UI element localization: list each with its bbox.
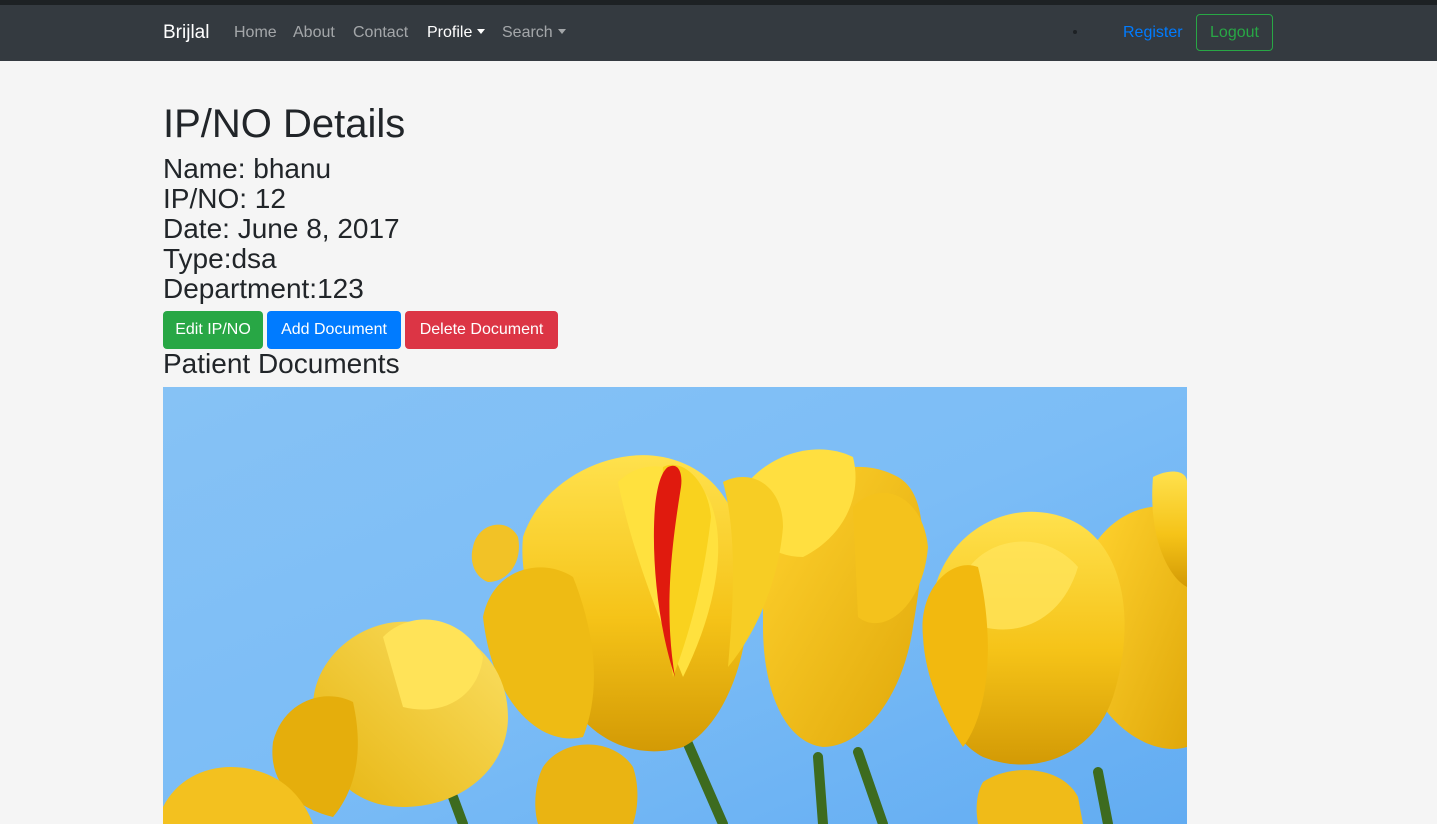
tulip-photo [163, 387, 1187, 824]
detail-department: Department:123 [163, 273, 364, 304]
logout-button[interactable]: Logout [1196, 14, 1273, 51]
delete-document-button[interactable]: Delete Document [405, 311, 558, 349]
register-link[interactable]: Register [1123, 23, 1183, 43]
page-title: IP/NO Details [163, 102, 406, 146]
caret-down-icon [477, 29, 486, 34]
nav-link-contact[interactable]: Contact [353, 23, 408, 43]
nav-link-home[interactable]: Home [234, 23, 277, 43]
patient-document-image [163, 387, 1187, 824]
add-document-button[interactable]: Add Document [267, 311, 401, 349]
navbar-dot [1073, 30, 1077, 34]
nav-dropdown-profile[interactable]: Profile [427, 23, 486, 43]
nav-dropdown-search[interactable]: Search [502, 23, 566, 43]
ipno-details: Name: bhanu IP/NO: 12 Date: June 8, 2017… [163, 154, 400, 304]
caret-down-icon [557, 29, 566, 34]
navbar: Brijlal Home About Contact Profile Searc… [0, 5, 1437, 61]
edit-ipno-button[interactable]: Edit IP/NO [163, 311, 263, 349]
nav-dropdown-profile-label: Profile [427, 24, 473, 41]
nav-link-about[interactable]: About [293, 23, 335, 43]
detail-ipno: IP/NO: 12 [163, 183, 286, 214]
detail-name: Name: bhanu [163, 153, 332, 184]
detail-date: Date: June 8, 2017 [163, 213, 400, 244]
nav-dropdown-search-label: Search [502, 24, 553, 41]
patient-documents-title: Patient Documents [163, 348, 400, 379]
navbar-brand[interactable]: Brijlal [163, 22, 209, 44]
detail-type: Type:dsa [163, 243, 277, 274]
